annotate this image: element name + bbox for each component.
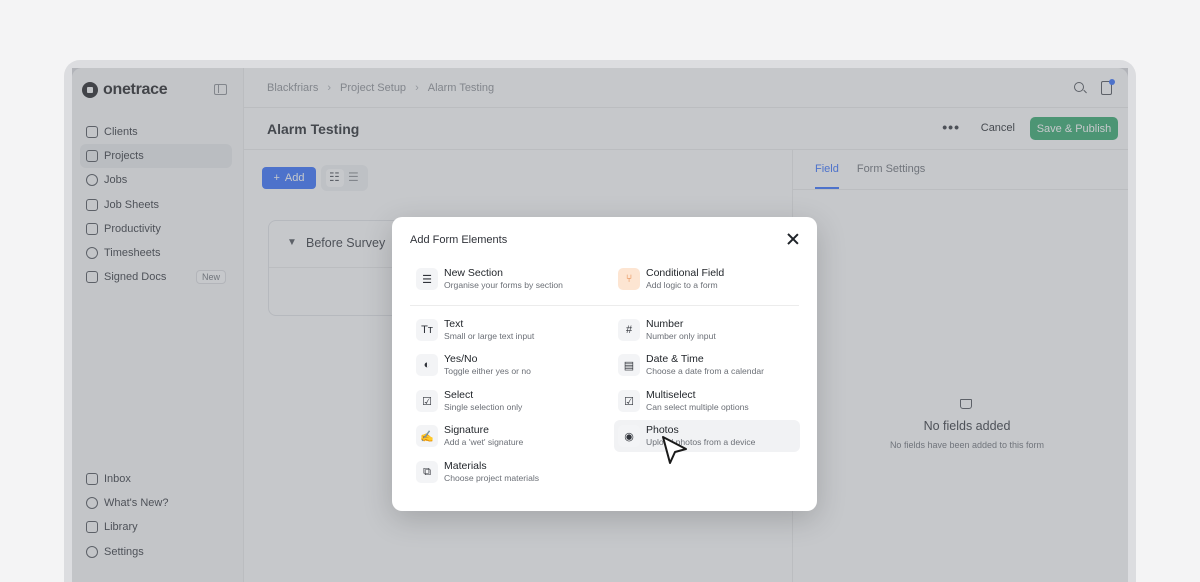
option-name: Conditional Field xyxy=(646,267,725,279)
hash-icon: # xyxy=(618,319,640,341)
option-photos[interactable]: ◉ Photos Upload photos from a device xyxy=(614,420,800,452)
divider xyxy=(410,305,799,306)
option-date-time[interactable]: ▤ Date & Time Choose a date from a calen… xyxy=(614,349,800,381)
option-number[interactable]: # Number Number only input xyxy=(614,314,800,346)
option-description: Choose project materials xyxy=(444,473,540,483)
option-description: Single selection only xyxy=(444,402,523,412)
mouse-cursor-icon xyxy=(662,436,687,464)
text-icon: Tт xyxy=(416,319,438,341)
option-name: Yes/No xyxy=(444,353,478,365)
option-description: Add a 'wet' signature xyxy=(444,437,524,447)
option-name: Materials xyxy=(444,460,487,472)
option-description: Organise your forms by section xyxy=(444,280,563,290)
option-description: Add logic to a form xyxy=(646,280,718,290)
list-icon: ☰ xyxy=(416,268,438,290)
option-description: Small or large text input xyxy=(444,331,535,341)
modal-title: Add Form Elements xyxy=(410,234,508,246)
add-form-elements-modal: Add Form Elements ☰ New Section Organise… xyxy=(392,217,817,511)
materials-icon: ⧉ xyxy=(416,461,438,483)
multi-check-icon: ☑ xyxy=(618,390,640,412)
option-name: Text xyxy=(444,318,464,330)
option-name: Date & Time xyxy=(646,353,704,365)
close-icon[interactable] xyxy=(787,233,799,245)
option-name: New Section xyxy=(444,267,503,279)
option-name: Multiselect xyxy=(646,389,696,401)
toggle-icon: ◐ xyxy=(416,354,438,376)
option-signature[interactable]: ✍ Signature Add a 'wet' signature xyxy=(412,420,598,452)
option-conditional-field[interactable]: ⑂ Conditional Field Add logic to a form xyxy=(614,263,800,295)
option-name: Signature xyxy=(444,424,489,436)
option-name: Number xyxy=(646,318,684,330)
camera-icon: ◉ xyxy=(618,425,640,447)
option-name: Select xyxy=(444,389,474,401)
option-yes-no[interactable]: ◐ Yes/No Toggle either yes or no xyxy=(412,349,598,381)
branch-icon: ⑂ xyxy=(618,268,640,290)
option-select[interactable]: ☑ Select Single selection only xyxy=(412,385,598,417)
option-description: Can select multiple options xyxy=(646,402,749,412)
option-new-section[interactable]: ☰ New Section Organise your forms by sec… xyxy=(412,263,598,295)
option-description: Toggle either yes or no xyxy=(444,366,531,376)
option-description: Choose a date from a calendar xyxy=(646,366,764,376)
pen-icon: ✍ xyxy=(416,425,438,447)
option-multiselect[interactable]: ☑ Multiselect Can select multiple option… xyxy=(614,385,800,417)
calendar-icon: ▤ xyxy=(618,354,640,376)
check-square-icon: ☑ xyxy=(416,390,438,412)
option-description: Number only input xyxy=(646,331,716,341)
option-materials[interactable]: ⧉ Materials Choose project materials xyxy=(412,456,598,488)
option-text[interactable]: Tт Text Small or large text input xyxy=(412,314,598,346)
